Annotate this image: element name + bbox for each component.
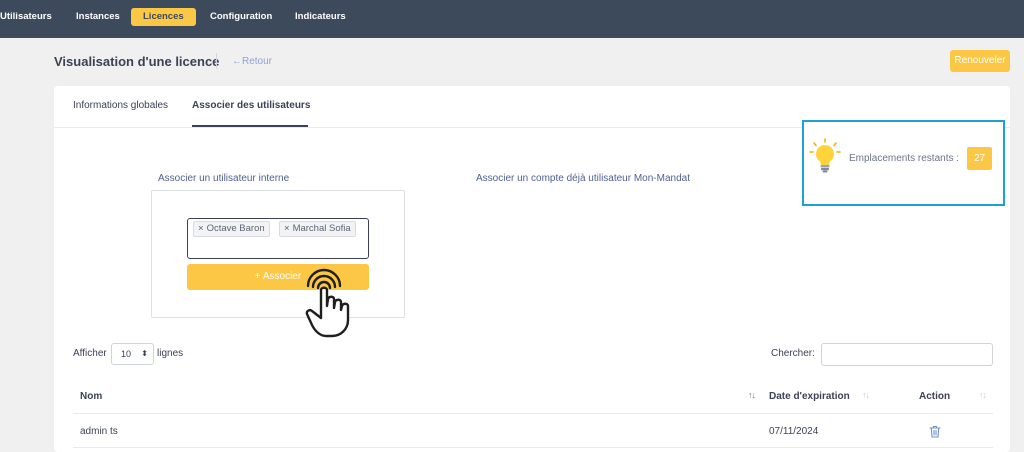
renew-button[interactable]: Renouveler xyxy=(950,50,1010,72)
user-tag: × Octave Baron xyxy=(193,221,270,237)
nav-item-licences[interactable]: Licences xyxy=(131,8,196,26)
sort-icon[interactable]: ↑↓ xyxy=(862,390,870,400)
back-link[interactable]: ←Retour xyxy=(232,56,272,67)
tap-hand-icon xyxy=(305,268,350,338)
remaining-slots-count: 27 xyxy=(967,147,992,170)
remove-tag-icon[interactable]: × xyxy=(284,223,290,234)
user-tag-label: Marchal Sofia xyxy=(292,223,351,234)
user-tag-label: Octave Baron xyxy=(206,223,265,234)
page-title: Visualisation d'une licence xyxy=(54,54,220,69)
table-row-divider xyxy=(73,447,993,448)
column-header-date-expiration[interactable]: Date d'expiration xyxy=(769,391,850,402)
tab-informations-globales[interactable]: Informations globales xyxy=(73,100,168,111)
user-tag: × Marchal Sofia xyxy=(279,221,356,237)
column-header-action: Action xyxy=(919,391,951,402)
page-length-value: 10 xyxy=(121,349,132,359)
external-account-label: Associer un compte déjà utilisateur Mon-… xyxy=(476,173,690,184)
lightbulb-icon xyxy=(809,138,841,173)
select-arrows-icon: ⬍ xyxy=(141,349,148,358)
remaining-slots-label: Emplacements restants : xyxy=(849,153,960,164)
title-divider xyxy=(216,53,217,69)
sort-icon[interactable]: ↑↓ xyxy=(748,390,756,400)
nav-item-indicateurs[interactable]: Indicateurs xyxy=(295,8,346,26)
search-label: Chercher: xyxy=(771,348,815,359)
top-navigation: Utilisateurs Instances Licences Configur… xyxy=(0,0,1024,38)
sort-icon[interactable]: ↑↓ xyxy=(979,390,987,400)
column-header-nom[interactable]: Nom xyxy=(80,391,102,402)
nav-item-utilisateurs[interactable]: Utilisateurs xyxy=(0,8,52,26)
remove-tag-icon[interactable]: × xyxy=(198,223,204,234)
nav-item-configuration[interactable]: Configuration xyxy=(210,8,272,26)
cell-expiration: 07/11/2024 xyxy=(769,426,819,437)
tab-associer-utilisateurs[interactable]: Associer des utilisateurs xyxy=(192,100,310,111)
internal-user-label: Associer un utilisateur interne xyxy=(158,173,290,184)
nav-item-instances[interactable]: Instances xyxy=(76,8,120,26)
rows-label: lignes xyxy=(157,348,184,359)
trash-icon[interactable] xyxy=(929,425,941,438)
search-input[interactable] xyxy=(821,343,993,366)
table-header-divider xyxy=(73,413,993,414)
show-entries-label: Afficher xyxy=(73,348,107,359)
page-length-select[interactable]: 10 ⬍ xyxy=(111,343,154,365)
cell-name: admin ts xyxy=(80,426,118,437)
